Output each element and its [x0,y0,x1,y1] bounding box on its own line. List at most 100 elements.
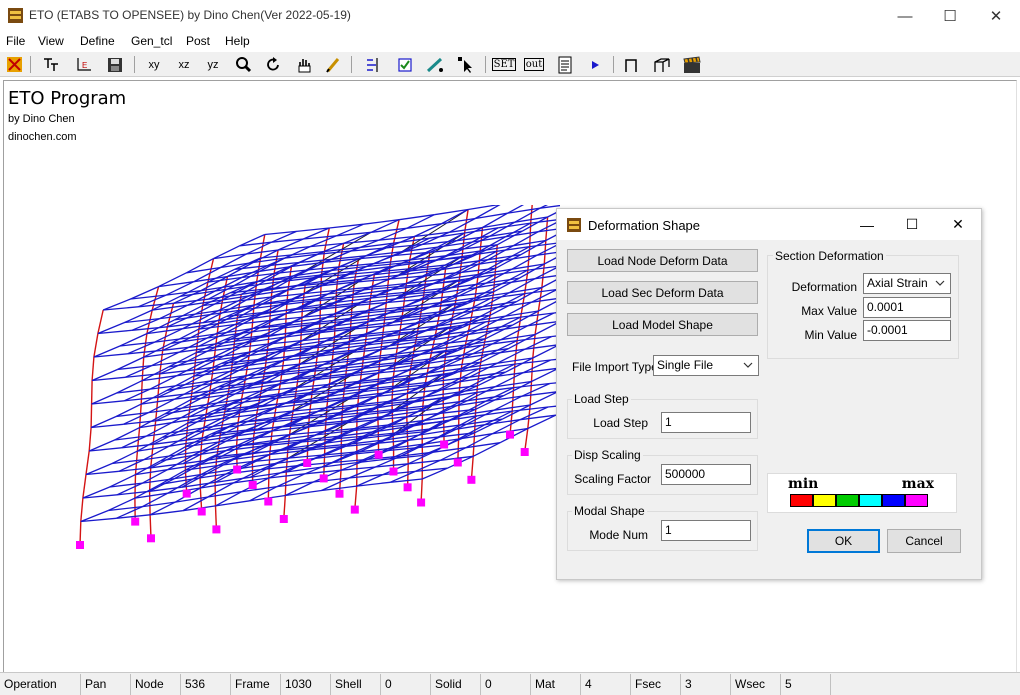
axis-icon: E [77,58,91,71]
eto-app-icon [8,8,23,23]
menu-gen-tcl[interactable]: Gen_tcl [131,34,172,48]
min-value-input[interactable]: -0.0001 [863,320,951,341]
load-step-label: Load Step [593,416,648,430]
structure-model-3d[interactable] [60,205,560,570]
play-button[interactable] [585,55,605,74]
frame-3d-button[interactable] [651,55,673,74]
set-button[interactable]: SET [491,55,517,74]
save-icon [108,57,122,72]
scaling-factor-label: Scaling Factor [574,472,651,486]
menu-post[interactable]: Post [186,34,210,48]
view-yz-button[interactable]: yz [202,55,224,74]
close-button[interactable]: ✕ [973,0,1019,32]
eto-dialog-icon [567,218,581,232]
min-value-label: Min Value [804,328,857,342]
fixed-support-node [520,448,529,456]
load-node-deform-button[interactable]: Load Node Deform Data [567,249,758,272]
dialog-title: Deformation Shape [588,218,701,233]
close-icon: ✕ [952,216,964,232]
save-button[interactable] [105,55,125,74]
line-tool-button[interactable] [425,55,445,74]
menu-file[interactable]: File [6,34,25,48]
mode-num-input[interactable]: 1 [661,520,751,541]
status-bar: Operation Pan Node 536 Frame 1030 Shell … [0,672,1020,695]
deformation-shape-dialog: Deformation Shape — ☐ ✕ Load Node Deform… [556,208,982,580]
fixed-support-node [147,534,155,543]
column-member [90,403,93,428]
max-value-label: Max Value [801,304,857,318]
fixed-support-node [319,474,328,483]
fixed-support-node [131,517,140,526]
status-spacer [830,674,1020,695]
pencil-button[interactable] [323,55,343,74]
legend-swatch-green [836,494,859,507]
scaling-factor-input[interactable]: 500000 [661,464,751,485]
program-title: ETO Program [8,88,127,109]
rotate-button[interactable] [263,55,283,74]
title-bar: ETO (ETABS TO OPENSEE) by Dino Chen(Ver … [0,0,1020,32]
status-frame-label: Frame [230,674,280,695]
maximize-icon: ☐ [905,216,919,232]
out-button[interactable]: out [523,55,545,74]
dialog-minimize-button[interactable]: — [844,209,890,240]
document-button[interactable] [555,55,575,74]
node-button[interactable] [363,55,383,74]
status-frame-value: 1030 [280,674,330,695]
view-xy-button[interactable]: xy [143,55,165,74]
fixed-support-node [467,475,476,484]
status-fsec-label: Fsec [630,674,680,695]
menu-help[interactable]: Help [225,34,250,48]
load-step-input[interactable]: 1 [661,412,751,433]
view-xz-button[interactable]: xz [173,55,195,74]
document-icon [558,56,572,73]
checkbox-icon [398,57,412,72]
dialog-close-button[interactable]: ✕ [935,209,981,240]
load-model-shape-button[interactable]: Load Model Shape [567,313,758,336]
axis-button[interactable]: E [74,55,94,74]
column-member [97,309,104,334]
fixed-support-node [303,459,312,467]
text-axis-button[interactable] [41,55,61,74]
select-button[interactable] [456,55,476,74]
legend-swatch-magenta [905,494,928,507]
maximize-icon: ☐ [943,8,957,25]
deformation-select[interactable]: Axial Strain [863,273,951,294]
fixed-support-node [197,507,206,516]
legend-max-label: max [901,476,934,492]
zoom-icon [236,56,252,72]
status-mat-label: Mat [530,674,580,695]
column-member [90,380,93,405]
fixed-support-node [389,467,398,476]
status-solid-label: Solid [430,674,480,695]
deformation-value: Axial Strain [867,276,928,290]
file-import-select[interactable]: Single File [653,355,759,376]
menu-define[interactable]: Define [80,34,115,48]
fixed-support-node [374,450,383,459]
eto-logo-button[interactable] [5,55,24,74]
cancel-button[interactable]: Cancel [887,529,961,553]
dialog-maximize-button[interactable]: ☐ [889,209,935,240]
toolbar: E xy xz yz SET out [0,52,1020,77]
clapper-button[interactable] [681,55,703,74]
frame-button[interactable] [621,55,641,74]
minimize-button[interactable]: — [882,0,928,32]
svg-text:E: E [82,61,87,70]
frame-icon [625,58,637,72]
pencil-icon [326,57,340,73]
menu-view[interactable]: View [38,34,64,48]
fixed-support-node [279,515,288,523]
frame-3d-icon [654,57,670,72]
zoom-button[interactable] [233,55,253,74]
pan-button[interactable] [294,55,314,74]
ok-button[interactable]: OK [807,529,880,553]
eto-logo-icon [7,57,22,72]
checkbox-button[interactable] [395,55,415,74]
load-sec-deform-button[interactable]: Load Sec Deform Data [567,281,758,304]
fixed-support-node [212,525,221,534]
maximize-button[interactable]: ☐ [927,0,973,32]
legend-min-label: min [788,476,819,492]
window-title: ETO (ETABS TO OPENSEE) by Dino Chen(Ver … [29,8,351,22]
close-icon: ✕ [989,8,1003,25]
load-step-group-title: Load Step [572,392,631,406]
max-value-input[interactable]: 0.0001 [863,297,951,318]
